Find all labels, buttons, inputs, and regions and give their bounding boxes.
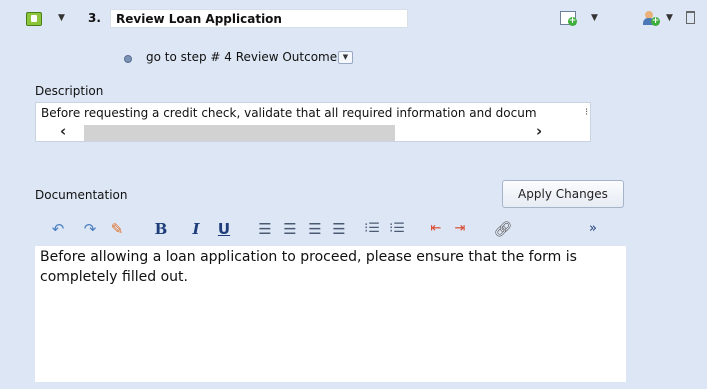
numbered-list-icon[interactable]: ⁝☰ <box>386 219 408 239</box>
documentation-editor[interactable]: Before allowing a loan application to pr… <box>35 246 626 382</box>
add-document-icon[interactable]: + <box>560 11 577 26</box>
goto-step-dropdown-button[interactable]: ▼ <box>338 51 353 64</box>
bold-icon[interactable]: B <box>150 219 172 239</box>
goto-step-text: go to step # 4 Review Outcome <box>146 50 338 64</box>
horizontal-scrollbar[interactable]: ‹ › <box>36 122 590 141</box>
underline-icon[interactable]: U <box>213 219 235 239</box>
align-left-icon[interactable]: ☰ <box>254 219 276 239</box>
link-icon[interactable]: 🔗︎ <box>492 219 514 239</box>
documentation-label: Documentation <box>35 188 128 202</box>
scroll-right-icon[interactable]: › <box>536 122 542 140</box>
scroll-left-icon[interactable]: ‹ <box>60 122 66 140</box>
outdent-icon[interactable]: ⇤ <box>425 219 447 239</box>
step-type-icon[interactable] <box>26 12 42 26</box>
step-number: 3. <box>88 11 101 25</box>
bullet-icon <box>124 55 132 63</box>
step-title-field[interactable]: Review Loan Application <box>110 9 408 28</box>
justify-icon[interactable]: ☰ <box>328 219 350 239</box>
add-user-chevron-down-icon[interactable]: ▼ <box>666 13 673 23</box>
scrollbar-thumb[interactable] <box>84 125 395 141</box>
description-field[interactable]: Before requesting a credit check, valida… <box>35 102 591 142</box>
bullet-list-icon[interactable]: ⁝☰ <box>361 219 383 239</box>
italic-icon[interactable]: I <box>185 219 207 239</box>
trash-icon[interactable] <box>686 11 695 24</box>
redo-icon[interactable]: ↷ <box>79 219 101 239</box>
add-document-chevron-down-icon[interactable]: ▼ <box>591 13 598 23</box>
more-tools-icon[interactable]: » <box>582 219 604 239</box>
eraser-icon[interactable]: ✎ <box>106 219 128 239</box>
align-right-icon[interactable]: ☰ <box>304 219 326 239</box>
align-center-icon[interactable]: ☰ <box>279 219 301 239</box>
indent-icon[interactable]: ⇥ <box>449 219 471 239</box>
description-label: Description <box>35 84 104 98</box>
add-user-icon[interactable]: + <box>643 11 660 26</box>
apply-changes-button[interactable]: Apply Changes <box>502 180 624 208</box>
description-text: Before requesting a credit check, valida… <box>41 106 537 120</box>
more-indicator-icon: ⁝ <box>585 107 589 118</box>
step-menu-chevron-down-icon[interactable]: ▼ <box>58 13 65 23</box>
undo-icon[interactable]: ↶ <box>47 219 69 239</box>
